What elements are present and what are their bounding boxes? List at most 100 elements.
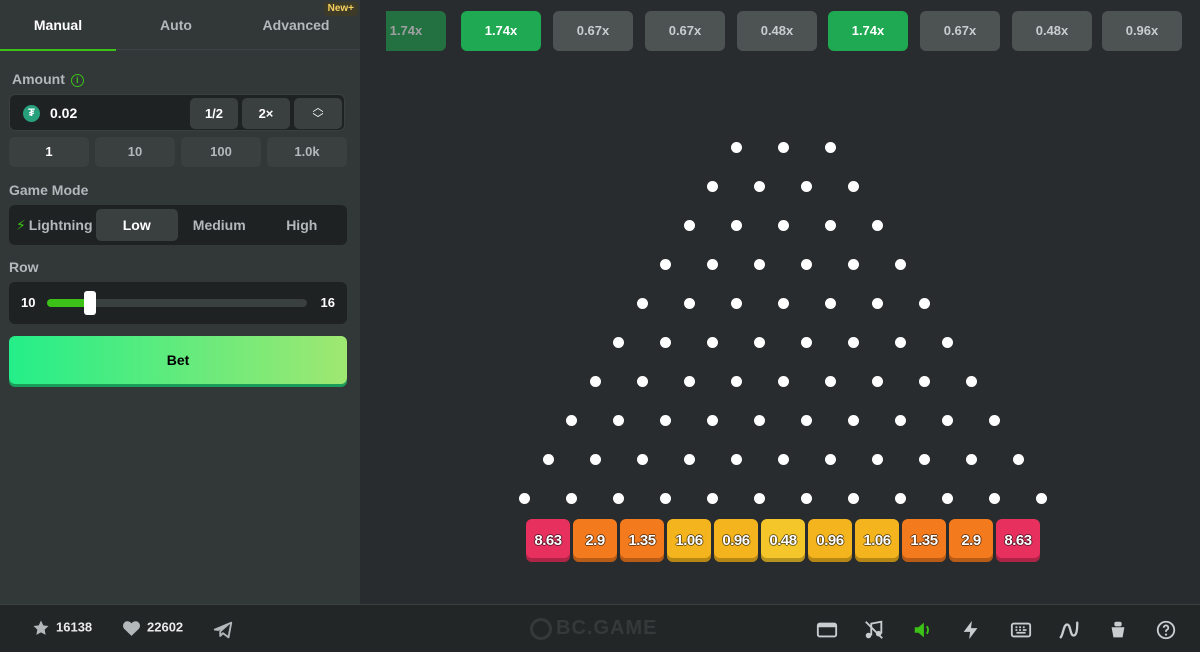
peg <box>895 414 906 426</box>
peg <box>566 492 577 504</box>
bet-panel: Manual Auto Advanced New+ Amounti ₮ 1/2 … <box>0 0 360 604</box>
slider-track[interactable] <box>47 291 307 315</box>
peg <box>777 297 789 309</box>
bet-mode-tabs: Manual Auto Advanced New+ <box>0 0 360 51</box>
keyboard-icon[interactable] <box>1010 619 1032 641</box>
peg <box>848 414 859 426</box>
mode-lightning[interactable]: ⚡ Lightning <box>13 209 96 241</box>
history-chip: 1.74x <box>828 11 908 51</box>
peg <box>965 375 977 387</box>
peg <box>754 414 765 426</box>
likes-count[interactable]: 22602 <box>122 619 183 637</box>
lightning-icon[interactable] <box>960 619 982 641</box>
history-chip: 0.67x <box>920 11 1000 51</box>
slider-handle[interactable] <box>84 291 97 315</box>
favorites-count[interactable]: 16138 <box>32 619 92 637</box>
row-label: Row <box>9 259 39 275</box>
peg <box>730 453 742 465</box>
peg <box>1036 492 1047 504</box>
history-chip: 0.67x <box>553 11 633 51</box>
info-icon[interactable]: i <box>70 73 84 87</box>
recent-results: 1.74x 1.74x 0.67x 0.67x 0.48x 1.74x 0.67… <box>386 11 1200 51</box>
peg <box>871 297 883 309</box>
peg <box>942 414 953 426</box>
peg <box>871 375 883 387</box>
tab-manual[interactable]: Manual <box>0 0 116 51</box>
history-chip: 0.48x <box>737 11 817 51</box>
chevron-down-icon[interactable]: ﹀ <box>294 113 342 125</box>
new-badge: New+ <box>323 2 358 16</box>
peg <box>683 297 695 309</box>
peg <box>777 141 789 153</box>
multiplier-bucket: 8.63 <box>996 519 1040 562</box>
multiplier-bucket: 2.9 <box>573 519 617 562</box>
plinko-board: 8.63 2.9 1.35 1.06 0.96 0.48 0.96 1.06 1… <box>360 60 1200 604</box>
multiplier-bucket: 8.63 <box>526 519 570 562</box>
peg <box>660 336 671 348</box>
peg <box>730 141 742 153</box>
peg <box>777 219 789 231</box>
lightning-icon: ⚡ <box>15 217 26 233</box>
star-icon <box>33 620 49 635</box>
peg <box>613 414 624 426</box>
peg <box>777 453 789 465</box>
multiplier-bucket: 1.35 <box>902 519 946 562</box>
half-button[interactable]: 1/2 <box>190 98 238 129</box>
peg <box>824 219 836 231</box>
history-chip: 0.96x <box>1102 11 1182 51</box>
peg <box>589 375 601 387</box>
peg <box>707 414 718 426</box>
peg <box>848 336 859 348</box>
amount-presets: 1 10 100 1.0k <box>9 137 347 167</box>
double-button[interactable]: 2× <box>242 98 290 129</box>
peg <box>754 258 765 270</box>
peg <box>542 453 554 465</box>
preset-100[interactable]: 100 <box>181 137 261 167</box>
peg <box>989 414 1000 426</box>
peg <box>660 414 671 426</box>
amount-stepper[interactable]: ︿ ﹀ <box>294 98 342 129</box>
multiplier-bucket: 0.48 <box>761 519 805 562</box>
peg <box>613 492 624 504</box>
peg <box>683 453 695 465</box>
pot-icon[interactable] <box>1107 619 1129 641</box>
peg <box>801 336 812 348</box>
peg <box>918 375 930 387</box>
peg <box>636 375 648 387</box>
peg <box>918 297 930 309</box>
peg <box>519 492 530 504</box>
multiplier-bucket: 0.96 <box>808 519 852 562</box>
telegram-share-icon[interactable] <box>212 619 234 641</box>
peg <box>613 336 624 348</box>
peg <box>589 453 601 465</box>
mode-high[interactable]: High <box>261 209 344 241</box>
bet-button[interactable]: Bet <box>9 336 347 384</box>
peg <box>824 141 836 153</box>
chart-icon[interactable] <box>1058 619 1080 641</box>
multiplier-bucket: 1.06 <box>855 519 899 562</box>
peg <box>824 297 836 309</box>
peg <box>777 375 789 387</box>
peg <box>942 492 953 504</box>
mode-low[interactable]: Low <box>95 209 178 241</box>
peg <box>848 180 859 192</box>
preset-1[interactable]: 1 <box>9 137 89 167</box>
amount-input[interactable] <box>50 100 180 126</box>
peg <box>801 180 812 192</box>
screen-icon[interactable] <box>816 619 838 641</box>
peg <box>707 492 718 504</box>
tether-coin-icon: ₮ <box>23 105 40 122</box>
preset-1k[interactable]: 1.0k <box>267 137 347 167</box>
preset-10[interactable]: 10 <box>95 137 175 167</box>
peg <box>824 375 836 387</box>
peg <box>848 492 859 504</box>
tab-auto[interactable]: Auto <box>116 0 236 50</box>
peg <box>848 258 859 270</box>
history-chip: 0.48x <box>1012 11 1092 51</box>
peg <box>895 492 906 504</box>
sound-icon[interactable] <box>912 619 934 641</box>
help-icon[interactable] <box>1155 619 1177 641</box>
game-mode-selector: ⚡ Lightning Low Medium High <box>9 205 347 245</box>
mode-medium[interactable]: Medium <box>178 209 261 241</box>
music-icon[interactable] <box>863 619 885 641</box>
